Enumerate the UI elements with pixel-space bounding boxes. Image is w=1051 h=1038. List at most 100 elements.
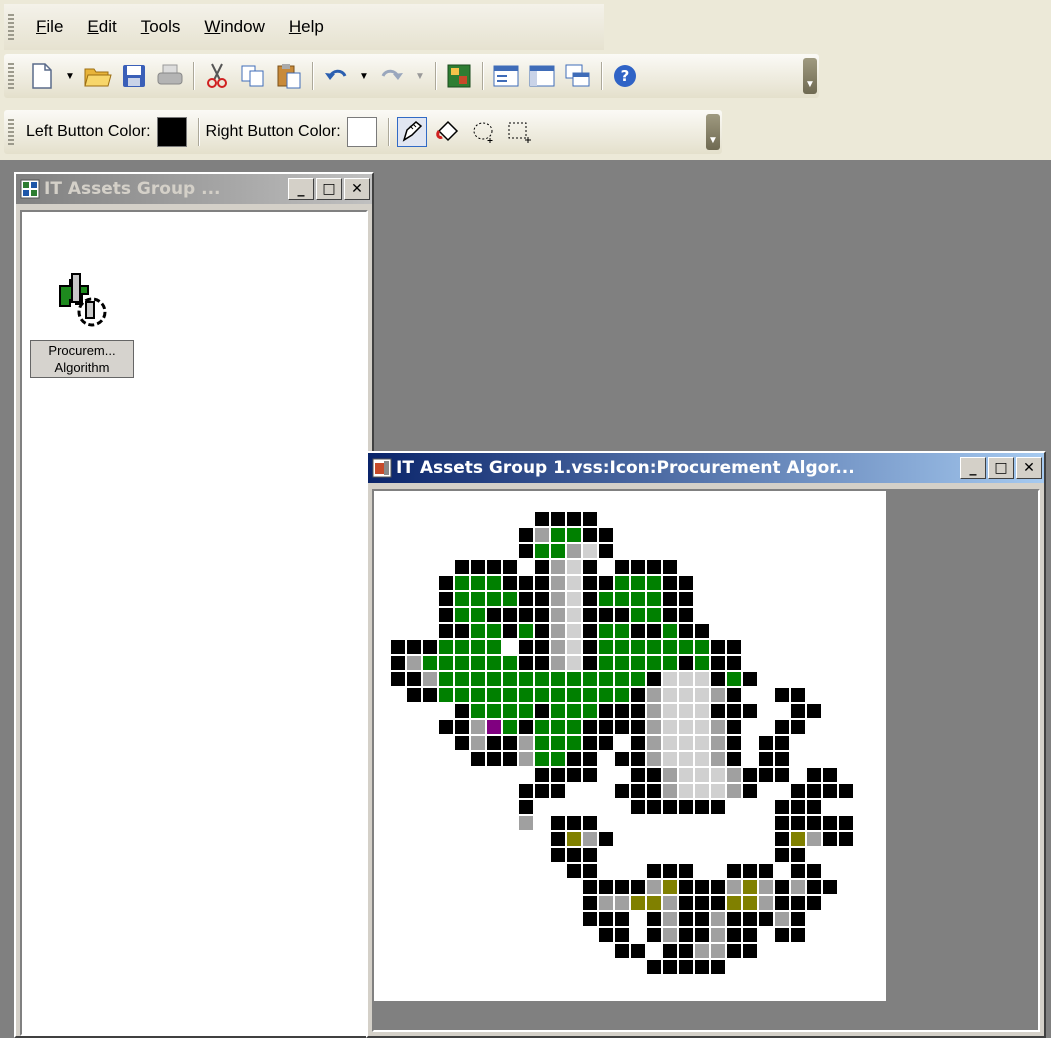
icon-pixel[interactable] [535, 752, 549, 766]
icon-pixel[interactable] [791, 896, 805, 910]
icon-pixel[interactable] [615, 560, 629, 574]
icon-pixel[interactable] [695, 736, 709, 750]
icon-pixel[interactable] [711, 736, 725, 750]
icon-pixel[interactable] [471, 640, 485, 654]
icon-pixel[interactable] [711, 672, 725, 686]
icon-pixel[interactable] [839, 784, 853, 798]
icon-pixel[interactable] [615, 912, 629, 926]
icon-pixel[interactable] [615, 944, 629, 958]
icon-pixel[interactable] [679, 864, 693, 878]
icon-pixel[interactable] [823, 816, 837, 830]
icon-pixel[interactable] [455, 592, 469, 606]
icon-pixel[interactable] [727, 784, 741, 798]
icon-pixel[interactable] [407, 672, 421, 686]
icon-pixel[interactable] [487, 688, 501, 702]
icon-pixel[interactable] [567, 720, 581, 734]
icon-pixel[interactable] [647, 640, 661, 654]
icon-pixel[interactable] [727, 656, 741, 670]
icon-pixel[interactable] [791, 688, 805, 702]
icon-pixel[interactable] [487, 752, 501, 766]
window-button[interactable] [527, 61, 557, 91]
icon-pixel[interactable] [631, 720, 645, 734]
icon-pixel[interactable] [503, 672, 517, 686]
icon-pixel[interactable] [615, 896, 629, 910]
icon-pixel[interactable] [471, 576, 485, 590]
icon-pixel[interactable] [663, 640, 677, 654]
icon-pixel[interactable] [631, 896, 645, 910]
icon-pixel[interactable] [487, 656, 501, 670]
icon-pixel[interactable] [503, 608, 517, 622]
icon-pixel[interactable] [647, 720, 661, 734]
icon-pixel[interactable] [663, 800, 677, 814]
icon-pixel[interactable] [775, 736, 789, 750]
icon-pixel[interactable] [455, 720, 469, 734]
icon-pixel[interactable] [615, 656, 629, 670]
icon-pixel[interactable] [679, 928, 693, 942]
icon-pixel[interactable] [583, 640, 597, 654]
icon-pixel[interactable] [535, 736, 549, 750]
icon-pixel[interactable] [631, 624, 645, 638]
icon-pixel[interactable] [743, 896, 757, 910]
icon-pixel[interactable] [551, 704, 565, 718]
icon-pixel[interactable] [743, 880, 757, 894]
properties-button[interactable] [491, 61, 521, 91]
icon-pixel[interactable] [663, 960, 677, 974]
icon-pixel[interactable] [583, 576, 597, 590]
icon-pixel[interactable] [615, 752, 629, 766]
icon-pixel[interactable] [631, 576, 645, 590]
icon-pixel[interactable] [695, 688, 709, 702]
icon-pixel[interactable] [663, 880, 677, 894]
icon-pixel[interactable] [679, 704, 693, 718]
icon-pixel[interactable] [791, 832, 805, 846]
icon-pixel[interactable] [647, 960, 661, 974]
icon-pixel[interactable] [727, 752, 741, 766]
icon-pixel[interactable] [663, 704, 677, 718]
icon-pixel[interactable] [663, 912, 677, 926]
icon-pixel[interactable] [663, 928, 677, 942]
icon-pixel[interactable] [679, 576, 693, 590]
icon-pixel[interactable] [759, 768, 773, 782]
icon-pixel[interactable] [471, 608, 485, 622]
icon-pixel[interactable] [599, 704, 613, 718]
icon-pixel[interactable] [567, 704, 581, 718]
icon-pixel[interactable] [439, 624, 453, 638]
icon-pixel[interactable] [727, 720, 741, 734]
paste-button[interactable] [274, 61, 304, 91]
icon-pixel[interactable] [759, 752, 773, 766]
icon-pixel[interactable] [775, 752, 789, 766]
icon-pixel[interactable] [599, 896, 613, 910]
icon-pixel[interactable] [679, 672, 693, 686]
icon-pixel[interactable] [759, 896, 773, 910]
icon-pixel[interactable] [823, 768, 837, 782]
icon-pixel[interactable] [631, 640, 645, 654]
cut-button[interactable] [202, 61, 232, 91]
icon-pixel[interactable] [695, 896, 709, 910]
icon-pixel[interactable] [695, 656, 709, 670]
icon-pixel[interactable] [743, 768, 757, 782]
icon-pixel[interactable] [711, 784, 725, 798]
icon-pixel[interactable] [519, 816, 533, 830]
icon-pixel[interactable] [743, 864, 757, 878]
icon-pixel[interactable] [439, 576, 453, 590]
icon-pixel[interactable] [567, 528, 581, 542]
icon-pixel[interactable] [695, 704, 709, 718]
icon-pixel[interactable] [567, 752, 581, 766]
icon-pixel[interactable] [727, 672, 741, 686]
icon-pixel[interactable] [519, 736, 533, 750]
icon-pixel[interactable] [471, 560, 485, 574]
icon-pixel[interactable] [519, 800, 533, 814]
icon-pixel[interactable] [487, 608, 501, 622]
icon-pixel[interactable] [455, 624, 469, 638]
icon-pixel[interactable] [615, 928, 629, 942]
icon-pixel[interactable] [647, 912, 661, 926]
icon-pixel[interactable] [455, 576, 469, 590]
icon-pixel[interactable] [487, 576, 501, 590]
icon-pixel[interactable] [727, 864, 741, 878]
icon-pixel[interactable] [439, 672, 453, 686]
icon-pixel[interactable] [791, 912, 805, 926]
stencil-button[interactable] [444, 61, 474, 91]
copy-button[interactable] [238, 61, 268, 91]
icon-pixel[interactable] [727, 944, 741, 958]
icon-pixel[interactable] [583, 656, 597, 670]
icon-pixel[interactable] [663, 768, 677, 782]
